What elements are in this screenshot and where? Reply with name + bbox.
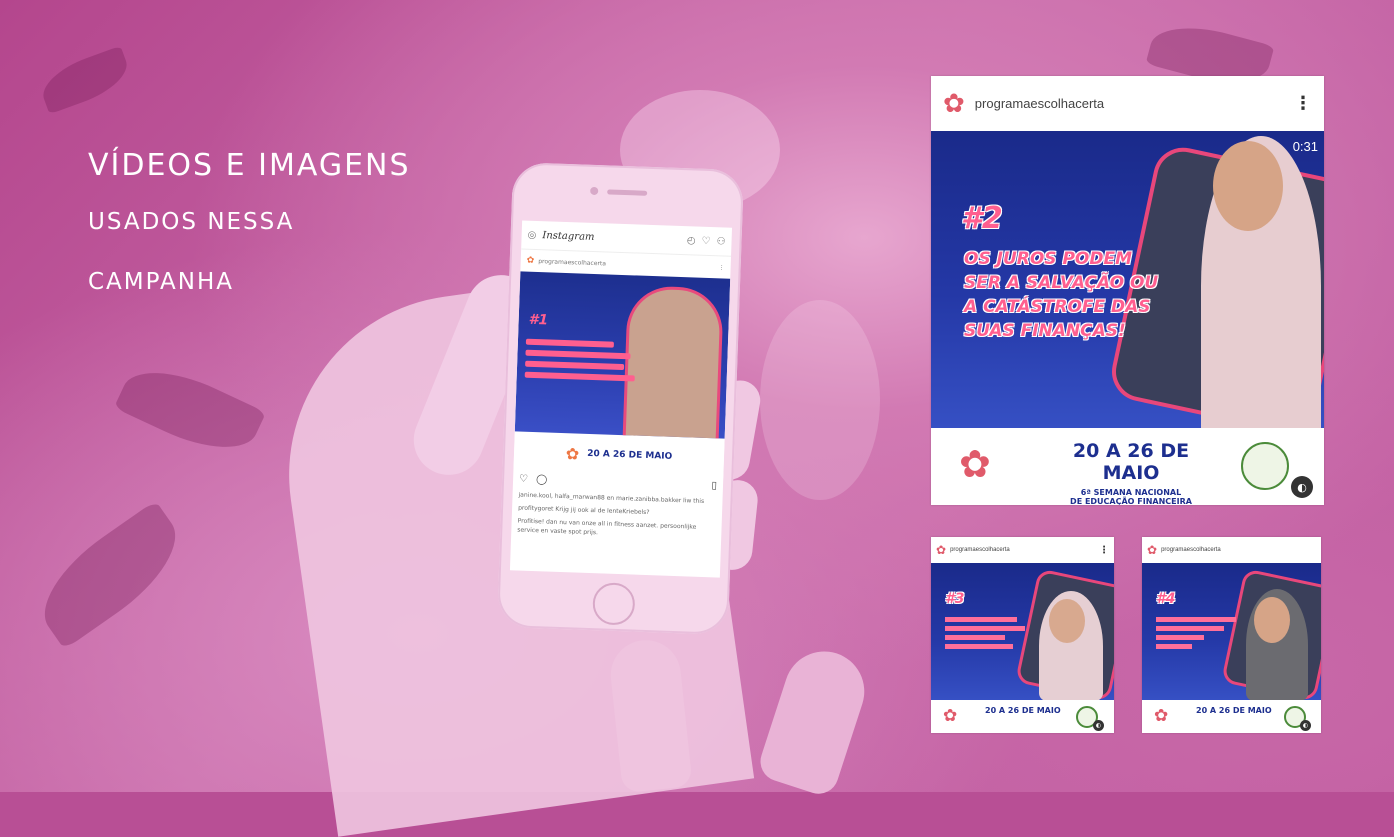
video-tag: #4 [1156,591,1176,607]
card-header: ✿ programaescolhacerta [1142,537,1321,563]
flower-logo-icon: ✿ [1147,543,1158,557]
event-info: 20 A 26 DE MAIO 6ª SEMANA NACIONAL DE ED… [1051,440,1211,505]
event-subtitle-2: DE EDUCAÇÃO FINANCEIRA [1070,497,1192,505]
event-date: 20 A 26 DE MAIO [587,448,673,462]
presenter-face [1254,597,1290,643]
seal-icon [1241,442,1289,490]
video-card-3[interactable]: ✿ programaescolhacerta ⋮ #3 ✿ 20 A 26 DE… [931,537,1114,733]
phone-screen: ◎ Instagram ◴ ♡ ⚇ ✿ programaescolhacerta… [509,220,733,578]
post-tag: #1 [528,311,549,329]
presenter-photo [622,285,724,439]
account-name[interactable]: programaescolhacerta [975,96,1104,111]
campaign-heading: VÍDEOS E IMAGENS USADOS NESSA CAMPANHA [88,140,411,312]
event-subtitle-1: 6ª SEMANA NACIONAL [1080,488,1182,497]
video-frame[interactable]: #3 [931,563,1114,700]
event-date: 20 A 26 DE MAIO [985,706,1061,715]
speaker-grille [607,189,648,196]
play-icon[interactable]: ◐ [1300,720,1311,731]
card-footer: ✿ 20 A 26 DE MAIO ◐ [1142,700,1321,733]
bookmark-icon[interactable]: ▯ [711,480,717,491]
instagram-logo: Instagram [542,229,595,243]
card-footer: ✿ 20 A 26 DE MAIO ◐ [931,700,1114,733]
video-headline-1: OS JUROS PODEM [964,249,1132,269]
card-header: ✿ programaescolhacerta ⋮ [931,537,1114,563]
event-date: 20 A 26 DE MAIO [1072,440,1190,484]
flower-logo-icon: ✿ [565,443,580,464]
card-footer: ✿ 20 A 26 DE MAIO 6ª SEMANA NACIONAL DE … [931,428,1324,505]
video-headline-4: SUAS FINANÇAS! [964,321,1126,341]
heart-icon[interactable]: ♡ [701,235,710,246]
like-icon[interactable]: ♡ [519,474,528,485]
play-icon[interactable]: ◐ [1291,476,1313,498]
video-headline [945,613,1025,653]
video-tag: #2 [961,201,1003,236]
explore-icon[interactable]: ◴ [687,235,696,246]
camera-icon[interactable]: ◎ [527,229,536,240]
video-tag: #3 [945,591,965,607]
post-account-name[interactable]: programaescolhacerta [538,258,606,267]
more-icon[interactable]: ⋮ [1294,93,1312,114]
post-image[interactable]: #1 [514,271,731,439]
heading-line-2: USADOS NESSA [88,209,295,235]
video-frame[interactable]: #4 [1142,563,1321,700]
comment-icon[interactable]: ◯ [536,474,548,485]
light-patch [760,300,880,500]
profile-icon[interactable]: ⚇ [716,236,725,247]
video-frame[interactable]: 0:31 #2 OS JUROS PODEM SER A SALVAÇÃO OU… [931,131,1324,428]
account-name[interactable]: programaescolhacerta [1161,547,1221,553]
flower-logo-icon: ✿ [1154,706,1169,726]
video-headline-3: A CATÁSTROFE DAS [964,297,1151,317]
video-headline-2: SER A SALVAÇÃO OU [964,273,1159,293]
presenter-face [1049,599,1085,643]
flower-logo-icon: ✿ [526,255,535,266]
comment-line: Profitise! dan nu van onze all in fitnes… [517,517,697,537]
post-headline [524,334,636,387]
video-timer: 0:31 [1292,139,1318,154]
presenter-face [1213,141,1283,231]
home-button[interactable] [592,582,636,626]
video-card-2[interactable]: ✿ programaescolhacerta ⋮ 0:31 #2 OS JURO… [931,76,1324,505]
more-icon[interactable]: ⋮ [1099,545,1109,556]
play-icon[interactable]: ◐ [1093,720,1104,731]
post-comments: janine.kool, halfa_marwan88 en marie.zan… [511,486,723,545]
event-date: 20 A 26 DE MAIO [1196,706,1272,715]
smartphone: ◎ Instagram ◴ ♡ ⚇ ✿ programaescolhacerta… [496,162,745,635]
flower-logo-icon: ✿ [943,88,965,119]
flower-logo-icon: ✿ [959,442,991,486]
video-card-4[interactable]: ✿ programaescolhacerta #4 ✿ 20 A 26 DE M… [1142,537,1321,733]
heading-line-1: VÍDEOS E IMAGENS [88,148,411,183]
card-header: ✿ programaescolhacerta ⋮ [931,76,1324,131]
flower-logo-icon: ✿ [936,543,947,557]
more-icon[interactable]: ⋮ [719,264,725,271]
heading-line-3: CAMPANHA [88,269,235,295]
flower-logo-icon: ✿ [943,706,958,726]
video-headline [1156,613,1236,653]
account-name[interactable]: programaescolhacerta [950,547,1010,553]
front-camera [590,186,599,196]
